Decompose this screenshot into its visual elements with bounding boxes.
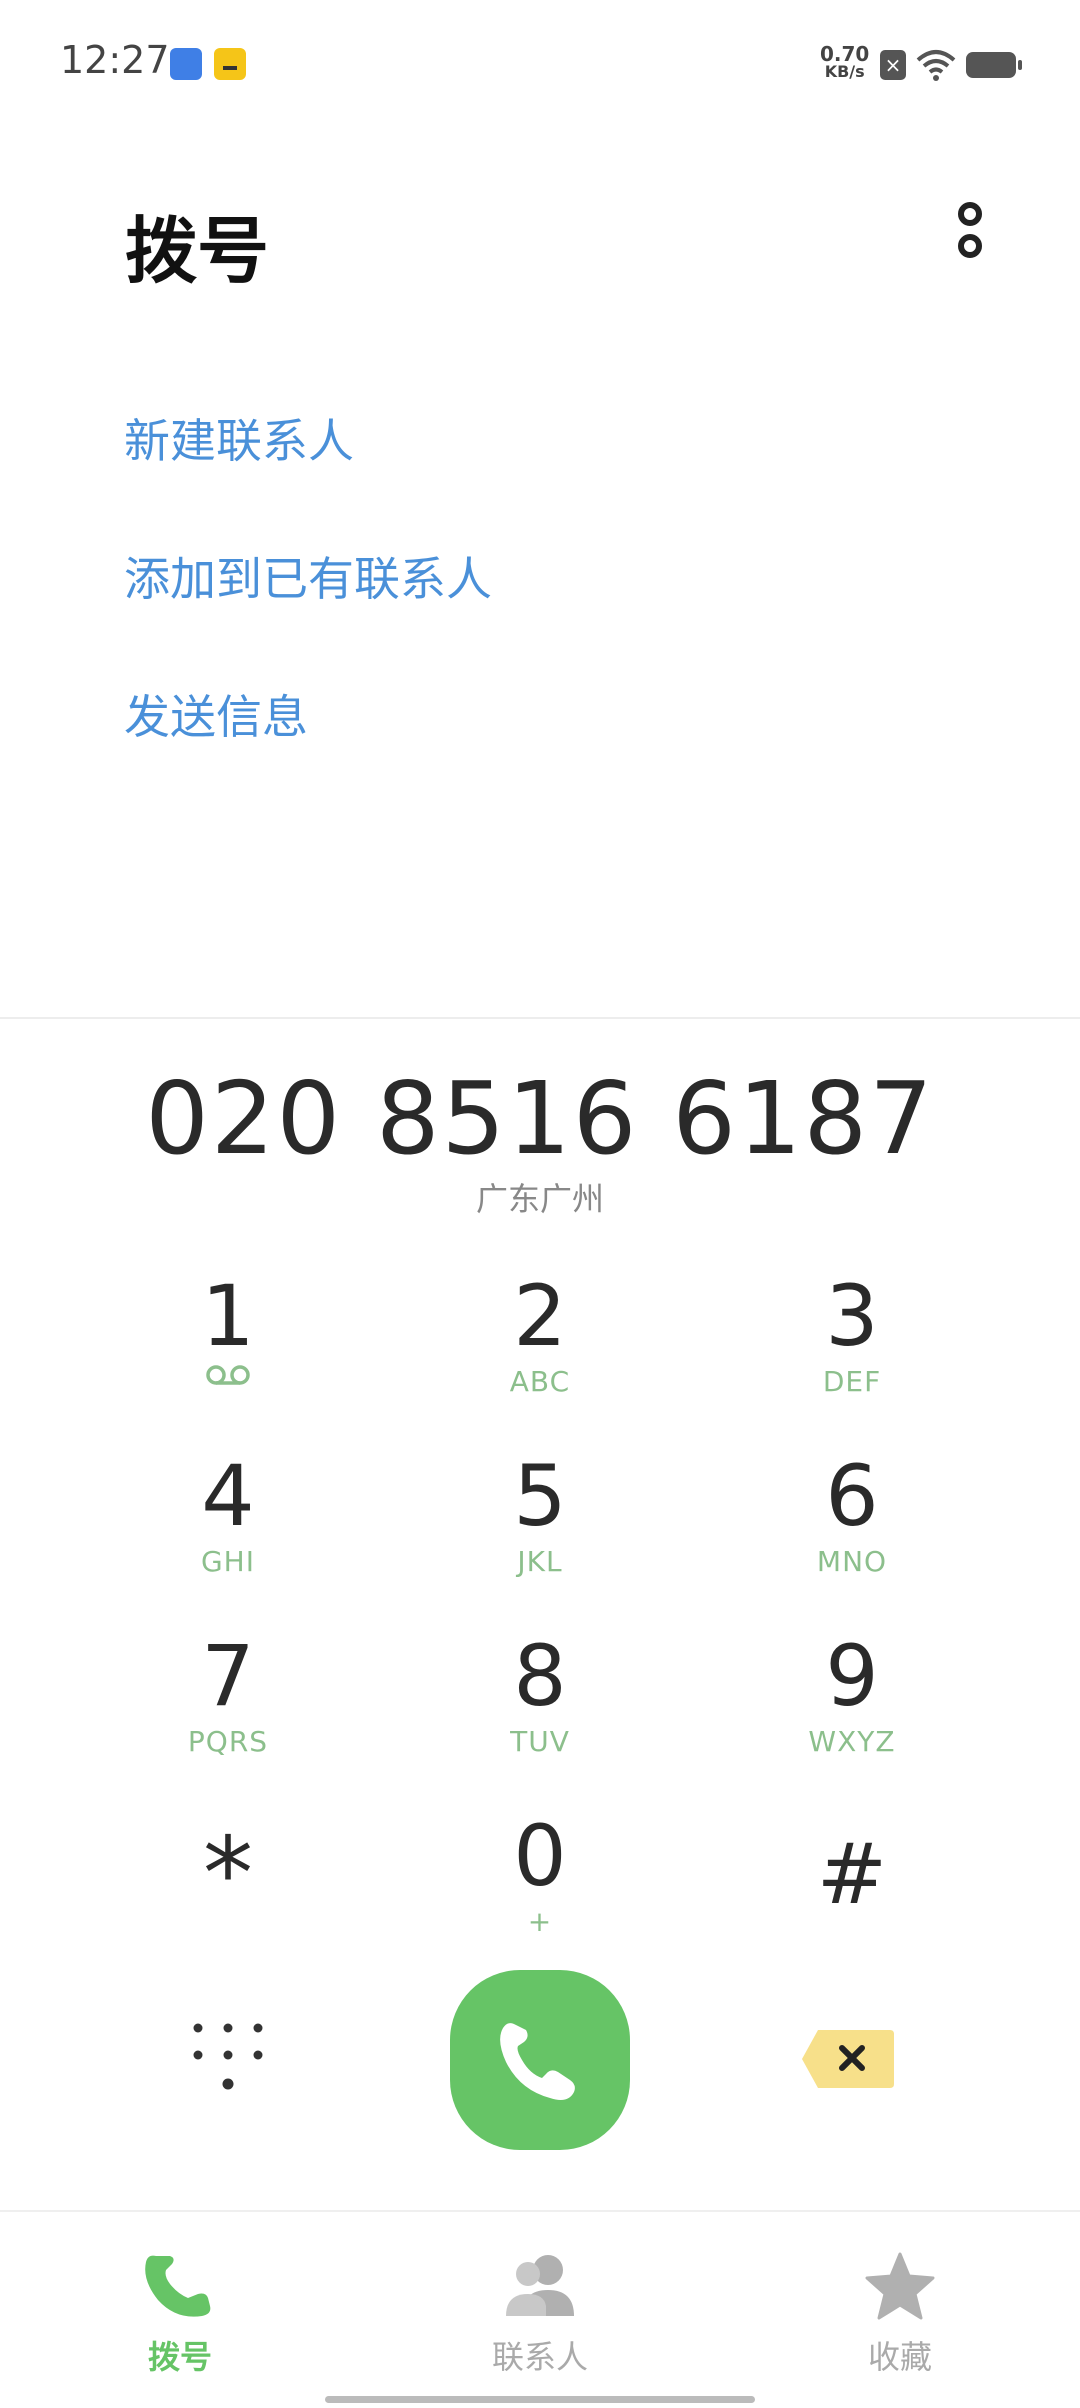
phone-icon <box>500 2023 575 2100</box>
home-indicator[interactable] <box>325 2396 755 2403</box>
more-dot-icon <box>958 234 982 258</box>
yellow-app-notification-icon <box>214 48 246 80</box>
key-4[interactable]: 4 GHI <box>108 1448 348 1598</box>
key-letters: + <box>527 1905 553 1938</box>
key-2[interactable]: 2 ABC <box>420 1268 660 1418</box>
key-letters: DEF <box>822 1365 882 1398</box>
key-letters: MNO <box>816 1545 888 1578</box>
key-digit: 3 <box>825 1267 879 1365</box>
nav-tab-label: 收藏 <box>867 2338 932 2376</box>
more-dot-icon <box>958 202 982 226</box>
divider <box>0 1017 1080 1019</box>
backspace-button[interactable] <box>800 2028 896 2090</box>
add-to-existing-contact-link[interactable]: 添加到已有联系人 <box>124 543 492 609</box>
key-0[interactable]: 0 + <box>420 1808 660 1958</box>
key-digit: 1 <box>201 1267 255 1365</box>
nav-tab-dialer[interactable]: 拨号 <box>80 2250 280 2378</box>
hide-keypad-button[interactable] <box>188 2018 268 2098</box>
key-letters: WXYZ <box>808 1725 896 1758</box>
call-button[interactable] <box>450 1970 630 2150</box>
key-digit: 8 <box>513 1627 567 1725</box>
key-hash[interactable]: # <box>732 1826 972 1976</box>
network-speed: 0.70 KB/s <box>820 44 869 80</box>
number-location: 广东广州 <box>475 1180 604 1218</box>
key-3[interactable]: 3 DEF <box>732 1268 972 1418</box>
status-time: 12:27 <box>60 38 170 82</box>
key-1[interactable]: 1 <box>108 1268 348 1418</box>
key-digit: 5 <box>513 1447 567 1545</box>
page-title: 拨号 <box>125 209 270 293</box>
dialed-number: 020 8516 6187 <box>145 1060 935 1177</box>
key-digit: 0 <box>513 1807 567 1905</box>
key-7[interactable]: 7 PQRS <box>108 1628 348 1778</box>
key-digit: * <box>203 1815 253 1932</box>
network-speed-value: 0.70 <box>820 42 870 66</box>
key-letters: TUV <box>510 1725 570 1758</box>
key-letters: GHI <box>200 1545 255 1578</box>
contacts-icon <box>506 2255 574 2316</box>
key-letters: ABC <box>509 1365 571 1398</box>
more-options-button[interactable] <box>950 200 994 270</box>
key-digit: # <box>816 1825 888 1923</box>
key-digit: 6 <box>825 1447 879 1545</box>
key-digit: 2 <box>513 1267 567 1365</box>
star-icon <box>865 2252 935 2320</box>
wifi-icon <box>916 50 956 81</box>
bottom-nav-divider <box>0 2210 1080 2212</box>
key-letters: JKL <box>517 1545 563 1578</box>
nav-tab-label: 联系人 <box>491 2338 588 2376</box>
nav-tab-favorites[interactable]: 收藏 <box>800 2250 1000 2378</box>
key-6[interactable]: 6 MNO <box>732 1448 972 1598</box>
network-speed-unit: KB/s <box>824 62 865 81</box>
key-letters: PQRS <box>187 1725 269 1758</box>
phone-icon <box>145 2255 211 2317</box>
nav-tab-contacts[interactable]: 联系人 <box>440 2250 640 2378</box>
key-5[interactable]: 5 JKL <box>420 1448 660 1598</box>
key-star[interactable]: * <box>108 1815 348 1976</box>
status-bar: 12:27 0.70 KB/s × <box>0 0 1080 130</box>
no-sim-icon: × <box>880 50 906 80</box>
key-digit: 4 <box>201 1447 255 1545</box>
key-8[interactable]: 8 TUV <box>420 1628 660 1778</box>
transit-app-notification-icon <box>170 48 202 80</box>
key-digit: 7 <box>201 1627 255 1725</box>
key-9[interactable]: 9 WXYZ <box>732 1628 972 1778</box>
send-message-link[interactable]: 发送信息 <box>124 681 308 747</box>
key-digit: 9 <box>825 1627 879 1725</box>
new-contact-link[interactable]: 新建联系人 <box>124 405 354 471</box>
nav-tab-label: 拨号 <box>147 2338 212 2376</box>
battery-icon <box>966 52 1022 78</box>
voicemail-icon <box>206 1365 250 1385</box>
